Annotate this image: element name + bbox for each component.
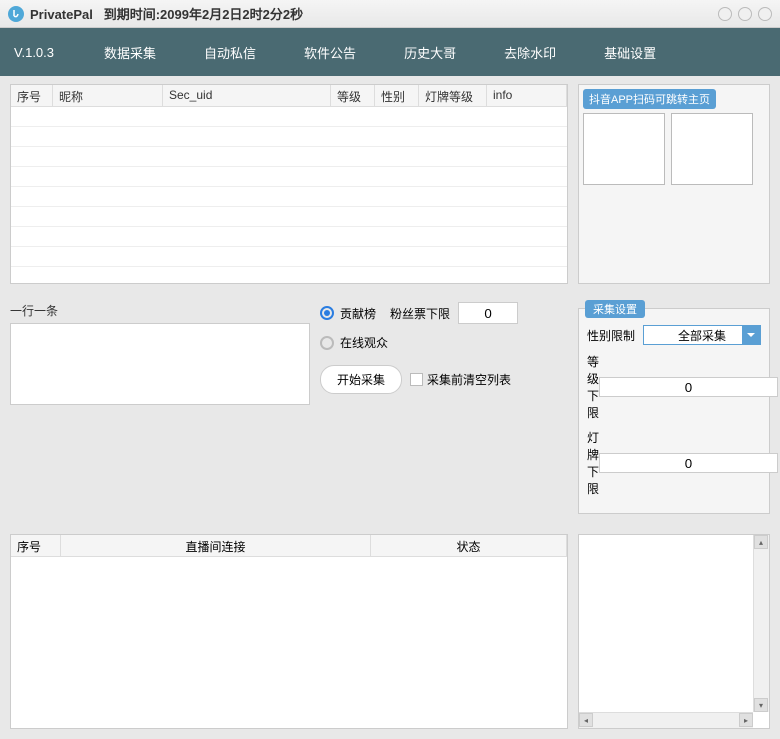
nav-settings[interactable]: 基础设置	[604, 43, 656, 62]
input-block: 一行一条	[10, 302, 310, 408]
nav-data-collect[interactable]: 数据采集	[104, 43, 156, 62]
qr-panel: 抖音APP扫码可跳转主页	[578, 84, 770, 284]
status-table[interactable]: 序号 直播间连接 状态	[10, 534, 568, 729]
col-gender[interactable]: 性别	[375, 85, 419, 106]
table-row[interactable]	[11, 167, 567, 187]
col-level[interactable]: 等级	[331, 85, 375, 106]
fans-limit-label: 粉丝票下限	[390, 305, 450, 322]
nav-auto-dm[interactable]: 自动私信	[204, 43, 256, 62]
gender-select[interactable]: 全部采集	[643, 325, 761, 345]
clear-before-label: 采集前清空列表	[427, 371, 511, 388]
status-col-index[interactable]: 序号	[11, 535, 61, 556]
radio-contribution-label: 贡献榜	[340, 305, 376, 322]
app-icon	[8, 6, 24, 22]
horizontal-scrollbar[interactable]: ◂ ▸	[579, 712, 753, 728]
log-panel[interactable]: ▴ ▾ ◂ ▸	[578, 534, 770, 729]
col-nickname[interactable]: 昵称	[53, 85, 163, 106]
scroll-right-icon[interactable]: ▸	[739, 713, 753, 727]
nav-announcement[interactable]: 软件公告	[304, 43, 356, 62]
level-limit-label: 等级下限	[587, 353, 599, 421]
scroll-left-icon[interactable]: ◂	[579, 713, 593, 727]
col-info[interactable]: info	[487, 85, 567, 106]
clear-before-checkbox[interactable]	[410, 373, 423, 386]
level-limit-input[interactable]	[599, 377, 778, 397]
collect-settings-panel: 采集设置 性别限制 全部采集 等级下限 灯牌下限	[578, 308, 770, 514]
input-label: 一行一条	[10, 302, 310, 319]
col-light-level[interactable]: 灯牌等级	[419, 85, 487, 106]
window-controls	[718, 7, 772, 21]
nav-remove-watermark[interactable]: 去除水印	[504, 43, 556, 62]
table-header: 序号 昵称 Sec_uid 等级 性别 灯牌等级 info	[11, 85, 567, 107]
settings-title: 采集设置	[585, 300, 645, 318]
chevron-down-icon	[742, 326, 760, 344]
app-name: PrivatePal	[30, 7, 93, 22]
status-col-state[interactable]: 状态	[371, 535, 567, 556]
titlebar: PrivatePal 到期时间:2099年2月2日2时2分2秒	[0, 0, 780, 28]
gender-limit-label: 性别限制	[587, 327, 643, 344]
col-index[interactable]: 序号	[11, 85, 53, 106]
main-data-table[interactable]: 序号 昵称 Sec_uid 等级 性别 灯牌等级 info	[10, 84, 568, 284]
table-row[interactable]	[11, 227, 567, 247]
table-body	[11, 107, 567, 283]
col-secuid[interactable]: Sec_uid	[163, 85, 331, 106]
qr-title: 抖音APP扫码可跳转主页	[583, 89, 716, 109]
version-label: V.1.0.3	[14, 45, 54, 60]
options-panel: 贡献榜 粉丝票下限 在线观众 开始采集 采集前清空列表	[320, 302, 568, 408]
start-collect-button[interactable]: 开始采集	[320, 365, 402, 394]
light-limit-label: 灯牌下限	[587, 429, 599, 497]
nav-history[interactable]: 历史大哥	[404, 43, 456, 62]
expiry-text: 到期时间:2099年2月2日2时2分2秒	[104, 7, 303, 22]
gender-select-value: 全部采集	[678, 327, 726, 344]
minimize-button[interactable]	[718, 7, 732, 21]
scroll-up-icon[interactable]: ▴	[754, 535, 768, 549]
table-row[interactable]	[11, 247, 567, 267]
status-col-link[interactable]: 直播间连接	[61, 535, 371, 556]
maximize-button[interactable]	[738, 7, 752, 21]
table-row[interactable]	[11, 107, 567, 127]
radio-contribution[interactable]	[320, 306, 334, 320]
table-row[interactable]	[11, 127, 567, 147]
navbar: V.1.0.3 数据采集 自动私信 软件公告 历史大哥 去除水印 基础设置	[0, 28, 780, 76]
table-row[interactable]	[11, 147, 567, 167]
radio-online-audience[interactable]	[320, 336, 334, 350]
table-row[interactable]	[11, 187, 567, 207]
window-title: PrivatePal 到期时间:2099年2月2日2时2分2秒	[30, 4, 303, 23]
close-button[interactable]	[758, 7, 772, 21]
status-table-header: 序号 直播间连接 状态	[11, 535, 567, 557]
fans-limit-input[interactable]	[458, 302, 518, 324]
radio-online-label: 在线观众	[340, 334, 388, 351]
table-row[interactable]	[11, 207, 567, 227]
light-limit-input[interactable]	[599, 453, 778, 473]
scroll-down-icon[interactable]: ▾	[754, 698, 768, 712]
qr-box-1[interactable]	[583, 113, 665, 185]
vertical-scrollbar[interactable]: ▴ ▾	[753, 535, 769, 712]
lines-textarea[interactable]	[10, 323, 310, 405]
qr-box-2[interactable]	[671, 113, 753, 185]
